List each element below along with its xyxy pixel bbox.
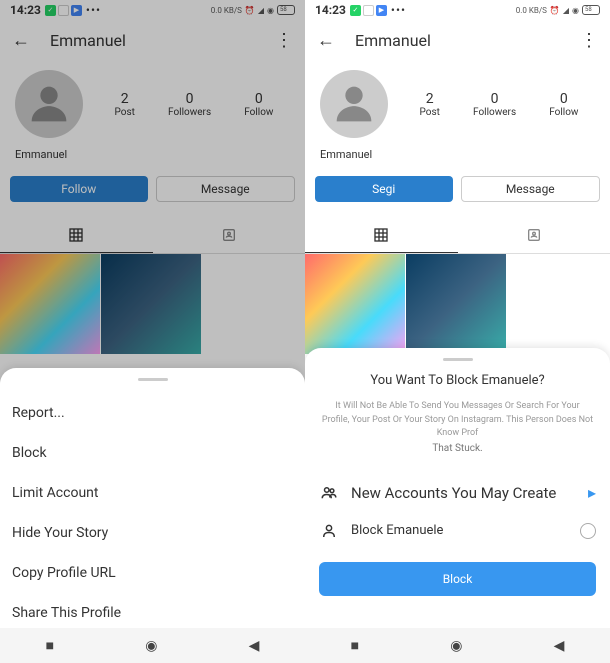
menu-report[interactable]: Report...	[12, 393, 293, 433]
nav-home-icon[interactable]: ◉	[450, 638, 462, 654]
block-description: It Will Not Be Able To Send You Messages…	[319, 400, 596, 456]
nav-bar: ■ ◉ ◀	[0, 628, 305, 663]
battery-icon	[582, 5, 600, 15]
data-rate: 0.0 KB/S	[516, 6, 547, 15]
block-button[interactable]: Block	[319, 562, 596, 596]
grid-icon	[373, 227, 389, 243]
post-thumb[interactable]	[305, 254, 405, 354]
post-thumb[interactable]	[406, 254, 506, 354]
stat-followers[interactable]: 0 Followers	[168, 91, 211, 118]
post-thumb[interactable]	[0, 254, 100, 354]
person-tag-icon	[221, 227, 237, 243]
menu-share[interactable]: Share This Profile	[12, 593, 293, 633]
block-title: You Want To Block Emanuele?	[319, 373, 596, 388]
status-time: 14:23	[10, 3, 41, 17]
tab-tagged[interactable]	[458, 217, 610, 253]
battery-icon	[277, 5, 295, 15]
stat-following[interactable]: 0 Follow	[549, 91, 578, 118]
grid-icon	[68, 227, 84, 243]
menu-dots-icon[interactable]: ⋮	[580, 30, 598, 51]
header: ← Emmanuel ⋮	[0, 20, 305, 60]
chevron-right-icon: ▸	[588, 483, 596, 502]
follow-button[interactable]: Segi	[315, 176, 453, 202]
status-bar: 14:23 ✓ M ▶ ••• 0.0 KB/S ⏰ ◢ ◉	[305, 0, 610, 20]
tab-grid[interactable]	[305, 217, 458, 253]
nav-recent-icon[interactable]: ■	[46, 637, 54, 654]
stat-posts[interactable]: 2 Post	[420, 91, 440, 118]
back-arrow-icon[interactable]: ←	[317, 30, 335, 51]
radio-button[interactable]	[580, 523, 596, 539]
tab-grid[interactable]	[0, 217, 153, 253]
alarm-icon: ⏰	[550, 6, 560, 15]
nav-bar: ■ ◉ ◀	[305, 628, 610, 663]
follow-button[interactable]: Follow	[10, 176, 148, 202]
nav-home-icon[interactable]: ◉	[145, 638, 157, 654]
block-option-block-user[interactable]: Block Emanuele	[319, 512, 596, 550]
message-button[interactable]: Message	[461, 176, 601, 202]
notification-dots: •••	[391, 3, 406, 17]
gmail-icon: M	[363, 5, 374, 16]
options-sheet: Report... Block Limit Account Hide Your …	[0, 368, 305, 628]
wifi-icon: ◉	[572, 6, 579, 15]
stat-following[interactable]: 0 Follow	[244, 91, 273, 118]
nav-back-icon[interactable]: ◀	[249, 638, 260, 654]
signal-icon: ◢	[258, 6, 264, 15]
post-thumb[interactable]	[101, 254, 201, 354]
notification-dots: •••	[86, 3, 101, 17]
back-arrow-icon[interactable]: ←	[12, 30, 30, 51]
person-tag-icon	[526, 227, 542, 243]
username: Emmanuel	[0, 148, 305, 161]
avatar[interactable]	[15, 70, 83, 138]
menu-hide[interactable]: Hide Your Story	[12, 513, 293, 553]
block-option-new-accounts[interactable]: New Accounts You May Create ▸	[319, 474, 596, 512]
person-icon	[319, 522, 339, 540]
header: ← Emmanuel ⋮	[305, 20, 610, 60]
menu-block[interactable]: Block	[12, 433, 293, 473]
nav-back-icon[interactable]: ◀	[554, 638, 565, 654]
menu-dots-icon[interactable]: ⋮	[275, 30, 293, 51]
message-button[interactable]: Message	[156, 176, 296, 202]
block-sheet: You Want To Block Emanuele? It Will Not …	[305, 348, 610, 628]
people-icon	[319, 484, 339, 502]
status-bar: 14:23 ✓ M ▶ ••• 0.0 KB/S ⏰ ◢ ◉	[0, 0, 305, 20]
menu-limit[interactable]: Limit Account	[12, 473, 293, 513]
data-rate: 0.0 KB/S	[211, 6, 242, 15]
menu-copy[interactable]: Copy Profile URL	[12, 553, 293, 593]
username: Emmanuel	[305, 148, 610, 161]
whatsapp-icon: ✓	[45, 5, 56, 16]
stat-posts[interactable]: 2 Post	[115, 91, 135, 118]
alarm-icon: ⏰	[245, 6, 255, 15]
status-time: 14:23	[315, 3, 346, 17]
signal-icon: ◢	[563, 6, 569, 15]
playstore-icon: ▶	[71, 5, 82, 16]
page-title: Emmanuel	[50, 31, 255, 50]
playstore-icon: ▶	[376, 5, 387, 16]
sheet-handle[interactable]	[138, 378, 168, 381]
sheet-handle[interactable]	[443, 358, 473, 361]
nav-recent-icon[interactable]: ■	[351, 637, 359, 654]
gmail-icon: M	[58, 5, 69, 16]
whatsapp-icon: ✓	[350, 5, 361, 16]
wifi-icon: ◉	[267, 6, 274, 15]
stat-followers[interactable]: 0 Followers	[473, 91, 516, 118]
page-title: Emmanuel	[355, 31, 560, 50]
tab-tagged[interactable]	[153, 217, 306, 253]
avatar[interactable]	[320, 70, 388, 138]
